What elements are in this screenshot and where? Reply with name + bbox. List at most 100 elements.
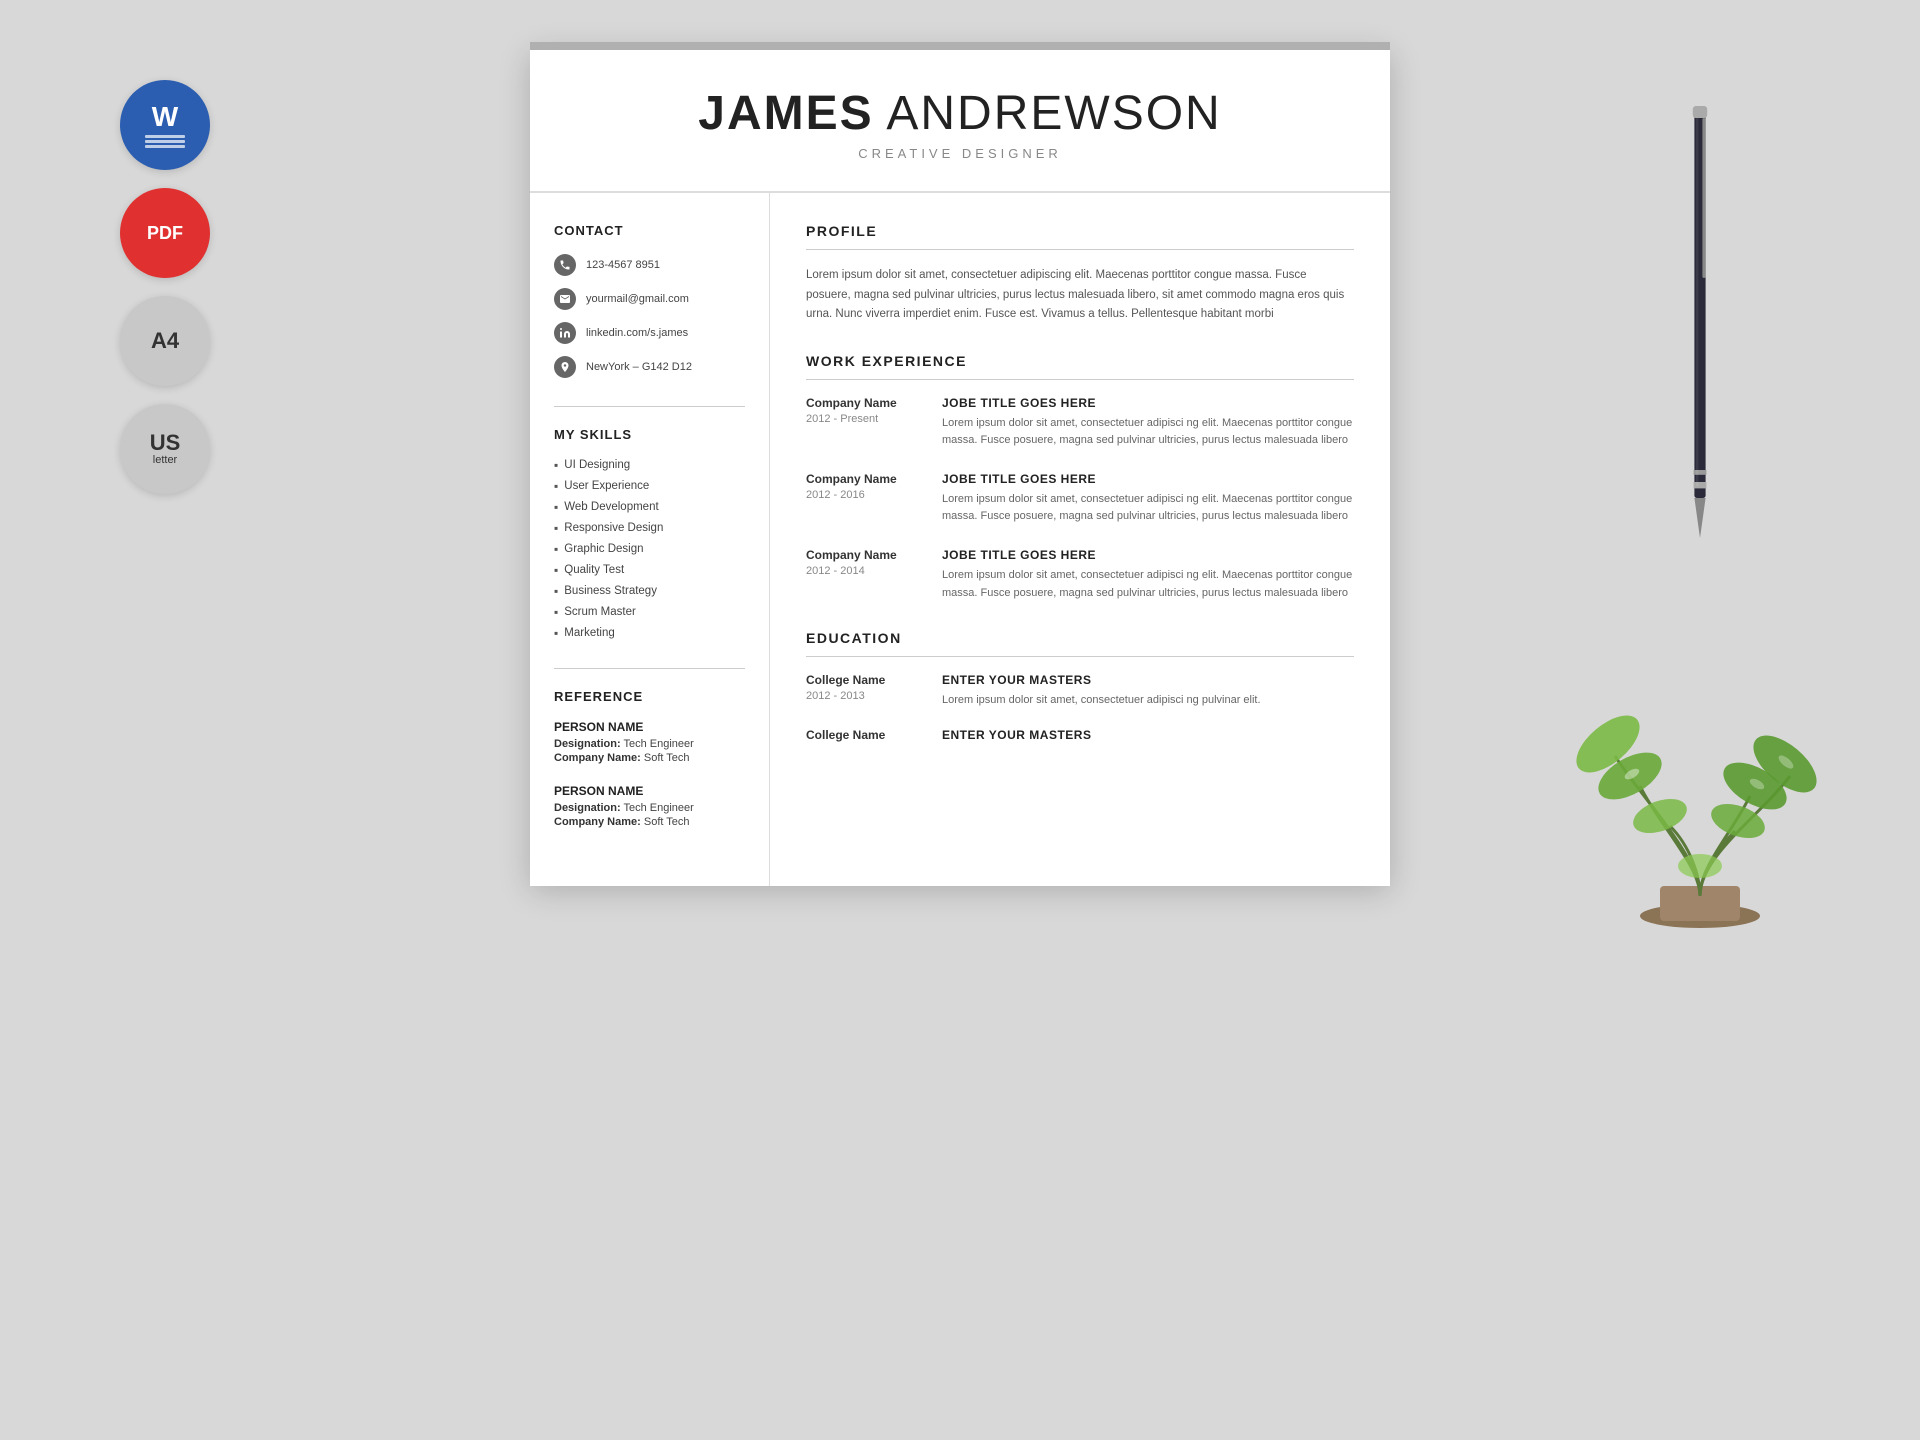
reference-section: REFERENCE PERSON NAME Designation: Tech … — [554, 689, 745, 828]
ref-1-designation: Designation: Tech Engineer — [554, 738, 745, 750]
contact-email: yourmail@gmail.com — [554, 288, 745, 310]
skills-title: MY SKILLS — [554, 427, 745, 442]
work-title: WORK EXPERIENCE — [806, 353, 1354, 369]
location-icon — [554, 356, 576, 378]
edu-1-left: College Name 2012 - 2013 — [806, 673, 926, 710]
edu-1-degree: ENTER YOUR MASTERS — [942, 673, 1354, 687]
ref-1-company: Company Name: Soft Tech — [554, 752, 745, 764]
name-light: ANDREWSON — [874, 87, 1222, 140]
ref-1-name: PERSON NAME — [554, 720, 745, 734]
edu-1-right: ENTER YOUR MASTERS Lorem ipsum dolor sit… — [942, 673, 1354, 710]
location-text: NewYork – G142 D12 — [586, 361, 692, 373]
work-divider — [806, 379, 1354, 380]
exp-1-right: JOBE TITLE GOES HERE Lorem ipsum dolor s… — [942, 396, 1354, 450]
exp-item-3: Company Name 2012 - 2014 JOBE TITLE GOES… — [806, 548, 1354, 602]
exp-1-desc: Lorem ipsum dolor sit amet, consectetuer… — [942, 415, 1354, 450]
contact-section: CONTACT 123-4567 8951 yourmail@gmail.com — [554, 223, 745, 378]
exp-2-company: Company Name — [806, 472, 926, 486]
ref-2-company-value: Soft Tech — [644, 816, 690, 828]
exp-1-date: 2012 - Present — [806, 413, 926, 425]
exp-2-left: Company Name 2012 - 2016 — [806, 472, 926, 526]
exp-1-company: Company Name — [806, 396, 926, 410]
contact-location: NewYork – G142 D12 — [554, 356, 745, 378]
exp-3-desc: Lorem ipsum dolor sit amet, consectetuer… — [942, 567, 1354, 602]
main-content: PROFILE Lorem ipsum dolor sit amet, cons… — [770, 193, 1390, 886]
name-bold: JAMES — [698, 87, 873, 140]
ref-2-name: PERSON NAME — [554, 784, 745, 798]
edu-2-left: College Name — [806, 728, 926, 747]
page-wrapper: W PDF A4 US letter JAMES ANDREWSON — [0, 0, 1920, 936]
skill-7: Business Strategy — [554, 584, 745, 598]
ref-2-company-label: Company Name: — [554, 816, 641, 828]
ref-2-designation-label: Designation: — [554, 802, 621, 814]
skill-9: Marketing — [554, 626, 745, 640]
edu-divider — [806, 656, 1354, 657]
ref-2-designation-value: Tech Engineer — [623, 802, 693, 814]
divider-2 — [554, 668, 745, 669]
reference-title: REFERENCE — [554, 689, 745, 704]
pen-decoration — [1680, 80, 1720, 580]
email-text: yourmail@gmail.com — [586, 293, 689, 305]
resume-header: JAMES ANDREWSON CREATIVE DESIGNER — [530, 50, 1390, 193]
profile-title: PROFILE — [806, 223, 1354, 239]
edu-2-right: ENTER YOUR MASTERS — [942, 728, 1354, 747]
edu-1-date: 2012 - 2013 — [806, 690, 926, 702]
a4-label: A4 — [151, 328, 179, 354]
ref-2-designation: Designation: Tech Engineer — [554, 802, 745, 814]
profile-text: Lorem ipsum dolor sit amet, consectetuer… — [806, 266, 1354, 325]
skill-5: Graphic Design — [554, 542, 745, 556]
a4-icon[interactable]: A4 — [120, 296, 210, 386]
education-title: EDUCATION — [806, 630, 1354, 646]
reference-1: PERSON NAME Designation: Tech Engineer C… — [554, 720, 745, 764]
divider-1 — [554, 406, 745, 407]
side-icons: W PDF A4 US letter — [120, 80, 210, 494]
skill-8: Scrum Master — [554, 605, 745, 619]
ref-1-designation-label: Designation: — [554, 738, 621, 750]
pdf-label: PDF — [147, 224, 183, 242]
exp-3-right: JOBE TITLE GOES HERE Lorem ipsum dolor s… — [942, 548, 1354, 602]
skills-section: MY SKILLS UI Designing User Experience W… — [554, 427, 745, 640]
pdf-icon[interactable]: PDF — [120, 188, 210, 278]
resume-paper: JAMES ANDREWSON CREATIVE DESIGNER CONTAC… — [530, 50, 1390, 886]
skill-2: User Experience — [554, 479, 745, 493]
resume-body: CONTACT 123-4567 8951 yourmail@gmail.com — [530, 193, 1390, 886]
education-section: EDUCATION College Name 2012 - 2013 ENTER… — [806, 630, 1354, 747]
word-icon[interactable]: W — [120, 80, 210, 170]
us-sub-label: letter — [153, 454, 177, 466]
exp-3-title: JOBE TITLE GOES HERE — [942, 548, 1354, 562]
edu-1-desc: Lorem ipsum dolor sit amet, consectetuer… — [942, 692, 1354, 710]
exp-item-1: Company Name 2012 - Present JOBE TITLE G… — [806, 396, 1354, 450]
exp-2-desc: Lorem ipsum dolor sit amet, consectetuer… — [942, 491, 1354, 526]
linkedin-icon — [554, 322, 576, 344]
skill-4: Responsive Design — [554, 521, 745, 535]
skill-1: UI Designing — [554, 458, 745, 472]
exp-3-left: Company Name 2012 - 2014 — [806, 548, 926, 602]
profile-divider — [806, 249, 1354, 250]
contact-linkedin: linkedin.com/s.james — [554, 322, 745, 344]
word-line-2 — [145, 140, 185, 143]
sidebar: CONTACT 123-4567 8951 yourmail@gmail.com — [530, 193, 770, 886]
word-line-1 — [145, 135, 185, 138]
edu-2-degree: ENTER YOUR MASTERS — [942, 728, 1354, 742]
us-icon[interactable]: US letter — [120, 404, 210, 494]
skill-3: Web Development — [554, 500, 745, 514]
edu-2-college: College Name — [806, 728, 926, 742]
skills-list: UI Designing User Experience Web Develop… — [554, 458, 745, 640]
exp-item-2: Company Name 2012 - 2016 JOBE TITLE GOES… — [806, 472, 1354, 526]
exp-3-date: 2012 - 2014 — [806, 565, 926, 577]
word-w-label: W — [152, 103, 178, 131]
profile-section: PROFILE Lorem ipsum dolor sit amet, cons… — [806, 223, 1354, 325]
reference-2: PERSON NAME Designation: Tech Engineer C… — [554, 784, 745, 828]
edu-item-2: College Name ENTER YOUR MASTERS — [806, 728, 1354, 747]
contact-title: CONTACT — [554, 223, 745, 238]
exp-1-left: Company Name 2012 - Present — [806, 396, 926, 450]
phone-text: 123-4567 8951 — [586, 259, 660, 271]
ref-2-company: Company Name: Soft Tech — [554, 816, 745, 828]
us-label: US — [150, 432, 181, 454]
edu-item-1: College Name 2012 - 2013 ENTER YOUR MAST… — [806, 673, 1354, 710]
exp-3-company: Company Name — [806, 548, 926, 562]
exp-2-title: JOBE TITLE GOES HERE — [942, 472, 1354, 486]
linkedin-text: linkedin.com/s.james — [586, 327, 688, 339]
work-section: WORK EXPERIENCE Company Name 2012 - Pres… — [806, 353, 1354, 603]
skill-6: Quality Test — [554, 563, 745, 577]
